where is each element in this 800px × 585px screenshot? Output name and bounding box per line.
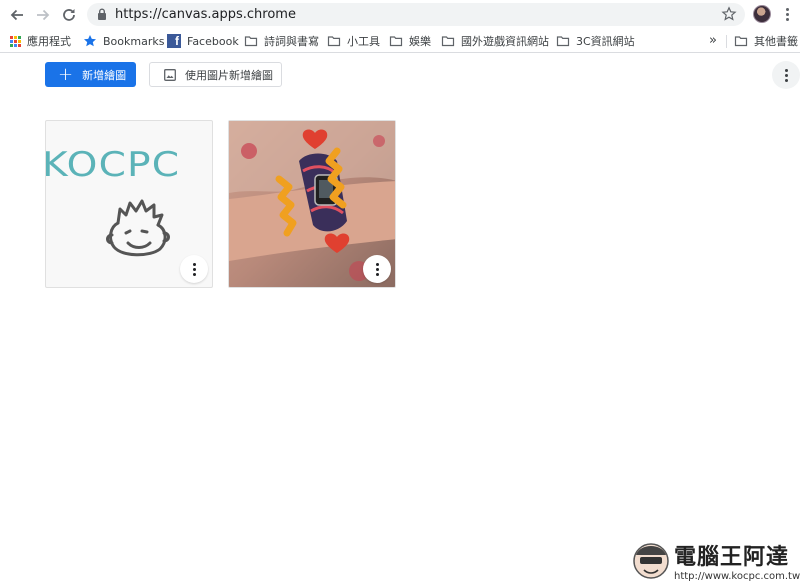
back-button[interactable] — [6, 4, 28, 26]
back-arrow-icon — [10, 9, 23, 21]
page-more-menu-icon[interactable] — [772, 61, 800, 89]
kocpc-logo-text: KOCPC — [45, 145, 181, 185]
facebook-icon: f — [167, 34, 181, 48]
new-drawing-button[interactable]: + 新增繪圖 — [45, 62, 136, 87]
reload-icon — [63, 9, 75, 21]
watermark-mascot-icon — [633, 543, 669, 579]
address-bar[interactable]: https://canvas.apps.chrome — [87, 3, 745, 26]
lock-icon — [98, 8, 106, 20]
profile-avatar[interactable] — [753, 5, 771, 23]
drawing-menu-icon[interactable] — [180, 255, 208, 283]
folder-icon — [441, 36, 455, 47]
reload-button[interactable] — [58, 4, 80, 26]
bookmark-other[interactable]: 其他書籤 — [734, 32, 798, 50]
bookmark-folder-3c[interactable]: 3C資訊網站 — [556, 32, 635, 50]
image-icon — [164, 68, 176, 81]
bookmark-folder-poetry[interactable]: 詩詞與書寫 — [244, 32, 319, 50]
watermark-title: 電腦王阿達 — [674, 545, 790, 570]
browser-toolbar: https://canvas.apps.chrome — [0, 0, 800, 29]
bookmarks-separator — [726, 35, 727, 48]
folder-icon — [244, 36, 258, 47]
browser-menu-icon[interactable] — [779, 5, 795, 23]
forward-button[interactable] — [32, 4, 54, 26]
bookmark-facebook[interactable]: f Facebook — [167, 32, 239, 50]
mascot-doodle — [106, 199, 170, 257]
folder-icon — [556, 36, 570, 47]
bookmarks-bar: 應用程式 Bookmarks f Facebook 詩詞與書寫 小工具 娛樂 國… — [0, 29, 800, 53]
forward-arrow-icon — [37, 9, 50, 21]
folder-icon — [327, 36, 341, 47]
bookmark-star-icon[interactable] — [721, 6, 737, 22]
drawing-card[interactable]: KOCPC — [45, 120, 213, 288]
url-text: https://canvas.apps.chrome — [115, 7, 296, 22]
apps-grid-icon — [10, 35, 21, 47]
folder-icon — [734, 36, 748, 47]
bookmark-folder-games[interactable]: 國外遊戲資訊網站 — [441, 32, 549, 50]
bookmark-folder-tools[interactable]: 小工具 — [327, 32, 380, 50]
drawing-menu-icon[interactable] — [363, 255, 391, 283]
star-icon — [84, 35, 96, 47]
watermark-url: http://www.kocpc.com.tw — [674, 571, 800, 582]
new-from-image-button[interactable]: 使用圖片新增繪圖 — [149, 62, 282, 87]
watermark: 電腦王阿達 http://www.kocpc.com.tw — [630, 537, 800, 583]
plus-icon: + — [58, 63, 74, 85]
bookmark-apps[interactable]: 應用程式 — [10, 32, 71, 50]
drawing-card[interactable] — [228, 120, 396, 288]
bookmark-bookmarks[interactable]: Bookmarks — [83, 32, 164, 50]
bookmarks-overflow-button[interactable]: » — [709, 31, 717, 49]
bookmark-folder-entertainment[interactable]: 娛樂 — [389, 32, 431, 50]
folder-icon — [389, 36, 403, 47]
